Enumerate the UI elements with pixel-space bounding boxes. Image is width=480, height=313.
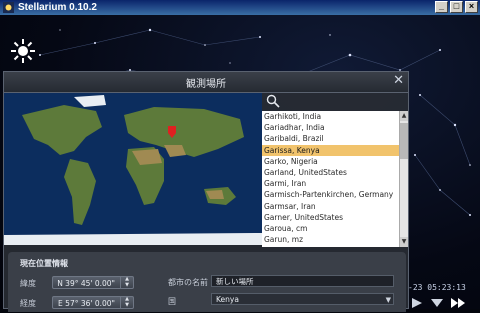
fast-forward-icon[interactable] <box>450 297 466 309</box>
scrollbar-thumb[interactable] <box>400 123 408 159</box>
city-list-scrollbar[interactable]: ▲ ▼ <box>399 111 408 247</box>
city-search-input[interactable] <box>282 94 404 107</box>
list-item[interactable]: Garmsar, Iran <box>262 201 399 212</box>
dialog-close-button[interactable]: ✕ <box>393 74 404 88</box>
list-item[interactable]: Garland, UnitedStates <box>262 167 399 178</box>
list-item[interactable]: Garhikoti, India <box>262 111 399 122</box>
play-icon[interactable] <box>410 297 424 309</box>
normal-speed-icon[interactable] <box>430 297 444 309</box>
current-location-panel: 現在位置情報 緯度 N 39° 45' 0.00" ▲ ▼ 経度 E 57° 36… <box>8 252 406 312</box>
window-title: Stellarium 0.10.2 <box>18 2 97 13</box>
spin-arrows-icon[interactable]: ▲ ▼ <box>120 276 133 288</box>
search-icon[interactable] <box>266 94 280 108</box>
maximize-button[interactable]: □ <box>450 1 463 13</box>
city-list[interactable]: Garhikoti, India Gariadhar, India Gariba… <box>262 111 399 247</box>
list-item[interactable]: Garmisch-Partenkirchen, Germany <box>262 189 399 200</box>
scroll-down-arrow-icon[interactable]: ▼ <box>400 237 408 247</box>
location-dialog: 観測場所 ✕ Garhikoti, India Gariadhar, India… <box>3 71 409 312</box>
scroll-up-arrow-icon[interactable]: ▲ <box>400 111 408 121</box>
dialog-header[interactable]: 観測場所 ✕ <box>4 72 408 93</box>
dialog-title: 観測場所 <box>186 79 226 90</box>
country-select[interactable]: Kenya ▼ <box>211 293 394 305</box>
minimize-button[interactable]: _ <box>435 1 448 13</box>
list-item[interactable]: Garoua, cm <box>262 223 399 234</box>
list-item[interactable]: Garmi, Iran <box>262 178 399 189</box>
list-item[interactable]: Gariadhar, India <box>262 122 399 133</box>
list-item-selected[interactable]: Garissa, Kenya <box>262 144 399 156</box>
clock-readout: -23 05:23:13 <box>408 283 466 292</box>
window-titlebar: Stellarium 0.10.2 _ □ × <box>0 0 480 15</box>
latitude-spinbox[interactable]: N 39° 45' 0.00" ▲ ▼ <box>52 276 134 289</box>
country-value: Kenya <box>216 295 239 304</box>
longitude-spinbox[interactable]: E 57° 36' 0.00" ▲ ▼ <box>52 296 134 309</box>
list-item[interactable]: Garner, UnitedStates <box>262 212 399 223</box>
search-area <box>264 93 408 109</box>
list-item[interactable]: Garibaldi, Brazil <box>262 133 399 144</box>
latitude-label: 緯度 <box>20 279 36 288</box>
location-window-icon[interactable] <box>10 38 36 64</box>
spin-arrows-icon[interactable]: ▲ ▼ <box>120 296 133 308</box>
city-name-field[interactable]: 新しい場所 <box>211 275 394 287</box>
city-name-label: 都市の名前 <box>168 278 208 287</box>
list-item[interactable]: Garko, Nigeria <box>262 156 399 167</box>
country-label: 国 <box>168 297 176 306</box>
close-window-button[interactable]: × <box>465 1 478 13</box>
longitude-label: 経度 <box>20 299 36 308</box>
section-title: 現在位置情報 <box>20 259 68 268</box>
stellarium-app-icon <box>3 2 14 13</box>
list-item[interactable]: Garun, mz <box>262 234 399 245</box>
longitude-value: E 57° 36' 0.00" <box>58 299 115 308</box>
world-map[interactable] <box>4 93 262 245</box>
chevron-down-icon: ▼ <box>385 296 391 304</box>
latitude-value: N 39° 45' 0.00" <box>57 279 115 288</box>
